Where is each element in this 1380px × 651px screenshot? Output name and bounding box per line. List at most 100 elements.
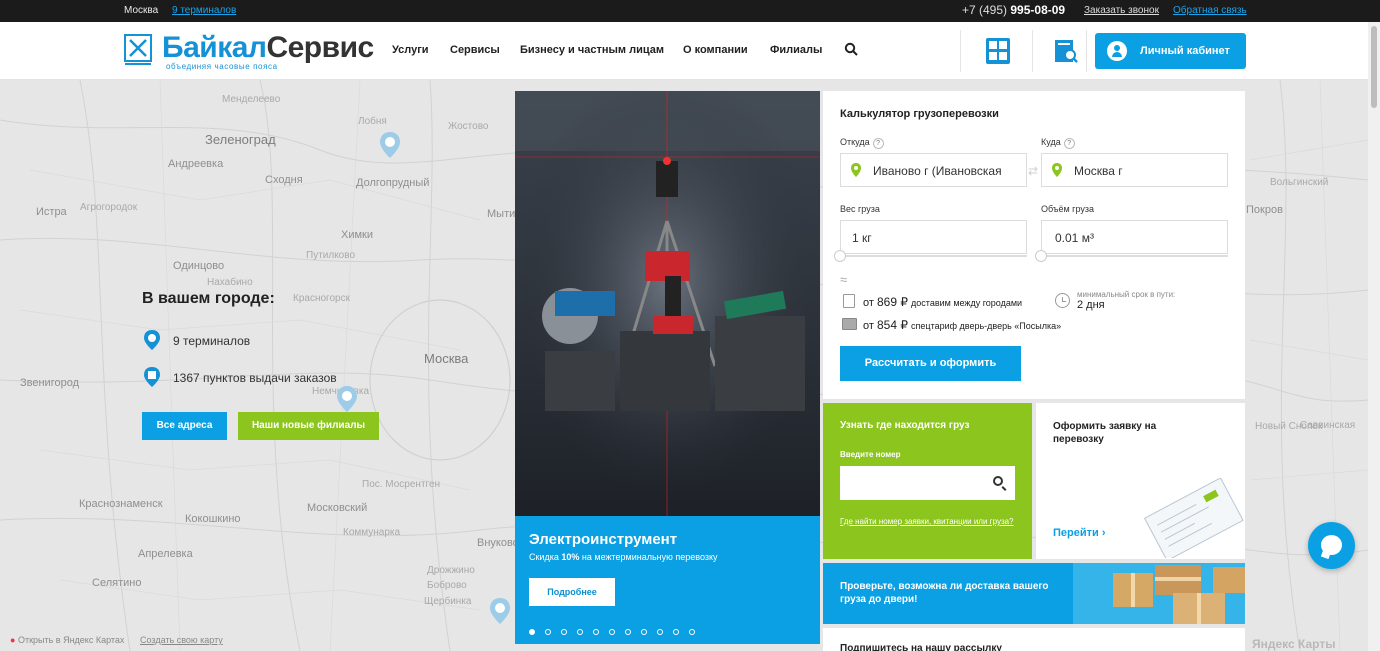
phone-number[interactable]: +7 (495) 995-08-09 <box>962 3 1065 17</box>
to-city-input[interactable]: Москва г <box>1041 153 1228 187</box>
user-icon <box>1107 41 1127 61</box>
terminal-map-marker-icon[interactable] <box>490 598 510 624</box>
map-label: Долгопрудный <box>356 177 430 189</box>
slider-dot[interactable] <box>577 629 583 635</box>
map-label: Истра <box>36 206 67 218</box>
open-in-yandex-link[interactable]: ● Открыть в Яндекс Картах <box>10 635 124 645</box>
map-label: Боброво <box>427 580 467 591</box>
order-request[interactable]: Оформить заявку на перевозку Перейти › <box>1036 403 1245 559</box>
to-city-value: Москва г <box>1074 164 1123 178</box>
map-label: Московский <box>307 502 368 514</box>
map-label: Зеленоград <box>205 132 276 147</box>
nav-about[interactable]: О компании <box>683 44 748 56</box>
terminal-map-marker-icon[interactable] <box>380 132 400 158</box>
banner-title: Электроинструмент <box>529 531 678 548</box>
nav-tools[interactable]: Сервисы <box>450 44 500 56</box>
logo[interactable]: БайкалСервис объединяя часовые пояса <box>124 32 376 72</box>
volume-slider-track[interactable] <box>1041 255 1228 257</box>
map-label: Одинцово <box>173 260 225 272</box>
volume-input[interactable]: 0.01 м³ <box>1041 220 1228 254</box>
volume-value: 0.01 м³ <box>1055 231 1094 245</box>
from-label: Откуда? <box>840 137 884 149</box>
map-label: Жостово <box>448 121 489 132</box>
slider-dot[interactable] <box>657 629 663 635</box>
to-label: Куда? <box>1041 137 1075 149</box>
order-form-illustration <box>1143 478 1244 558</box>
map-label: Звенигород <box>20 377 80 389</box>
weight-slider-track[interactable] <box>840 255 1027 257</box>
map-label: Пос. Мосрентген <box>362 479 441 490</box>
check-door-delivery[interactable]: Проверьте, возможна ли доставка вашего г… <box>823 563 1245 624</box>
calculate-button[interactable]: Рассчитать и оформить <box>840 346 1021 381</box>
map-label: Химки <box>341 229 374 241</box>
map-pin-icon: ● <box>10 635 16 645</box>
map-label: Саввинская <box>1300 420 1356 431</box>
slider-pagination <box>529 622 705 635</box>
tracking-number-input[interactable] <box>840 466 1015 500</box>
tracking-search-icon[interactable] <box>1053 37 1079 65</box>
account-button-label: Личный кабинет <box>1140 45 1230 57</box>
map-label: Дрожжино <box>427 565 475 576</box>
location-pin-icon <box>851 163 861 177</box>
new-branches-button[interactable]: Наши новые филиалы <box>238 412 379 440</box>
slider-dot[interactable] <box>641 629 647 635</box>
cargo-tracking: Узнать где находится груз Введите номер … <box>823 403 1032 559</box>
page-scrollbar[interactable] <box>1368 22 1380 651</box>
check-delivery-text: Проверьте, возможна ли доставка вашего г… <box>840 581 1049 605</box>
tracking-help-link[interactable]: Где найти номер заявки, квитанции или гр… <box>840 516 1020 528</box>
account-button[interactable]: Личный кабинет <box>1095 33 1246 69</box>
terminal-map-marker-icon[interactable] <box>337 386 357 412</box>
map-label: Менделеево <box>222 94 281 105</box>
open-in-yandex-label: Открыть в Яндекс Картах <box>17 635 125 645</box>
terminals-count: 9 терминалов <box>173 334 251 348</box>
map-label: Красногорск <box>293 293 350 304</box>
slider-dot[interactable] <box>529 629 535 635</box>
weight-slider-handle[interactable] <box>834 250 846 262</box>
nav-services[interactable]: Услуги <box>392 44 429 56</box>
from-city-input[interactable]: Иваново г (Ивановская <box>840 153 1027 187</box>
weight-input[interactable]: 1 кг <box>840 220 1027 254</box>
min-term-label: минимальный срок в пути: <box>1077 290 1176 299</box>
map-label: Коммунарка <box>343 527 401 538</box>
terminals-link[interactable]: 9 терминалов <box>172 5 236 16</box>
freight-calculator: Калькулятор грузоперевозки Откуда? Куда?… <box>823 91 1245 399</box>
volume-slider-handle[interactable] <box>1035 250 1047 262</box>
city-selector[interactable]: Москва <box>124 5 158 16</box>
nav-business[interactable]: Бизнесу и частным лицам <box>520 44 664 56</box>
phone-prefix: +7 (495) <box>962 3 1008 17</box>
search-icon[interactable] <box>993 476 1003 486</box>
slider-dot[interactable] <box>609 629 615 635</box>
map-label: Апрелевка <box>138 548 193 560</box>
logo-name-first: Байкал <box>162 31 267 64</box>
map-label: Нахабино <box>207 277 253 288</box>
feedback-link[interactable]: Обратная связь <box>1173 5 1247 16</box>
all-addresses-button[interactable]: Все адреса <box>142 412 227 440</box>
slider-dot[interactable] <box>689 629 695 635</box>
order-go-link[interactable]: Перейти › <box>1053 527 1106 539</box>
slider-dot[interactable] <box>593 629 599 635</box>
promo-banner[interactable]: Электроинструмент Скидка 10% на межтерми… <box>515 91 820 644</box>
banner-more-button[interactable]: Подробнее <box>529 578 615 606</box>
map-label: Внуково <box>477 537 519 549</box>
pickup-point-pin-icon <box>144 367 160 387</box>
slider-dot[interactable] <box>561 629 567 635</box>
terminal-pin-icon <box>144 330 160 350</box>
help-icon[interactable]: ? <box>1063 138 1075 149</box>
calculator-icon[interactable] <box>985 37 1011 65</box>
slider-dot[interactable] <box>545 629 551 635</box>
slider-dot[interactable] <box>673 629 679 635</box>
search-icon[interactable] <box>844 42 858 56</box>
callback-link[interactable]: Заказать звонок <box>1084 5 1159 16</box>
scrollbar-thumb[interactable] <box>1371 26 1377 108</box>
tracking-input-label: Введите номер <box>840 450 901 459</box>
slider-dot[interactable] <box>625 629 631 635</box>
help-icon[interactable]: ? <box>872 138 884 149</box>
swap-cities-icon[interactable]: ⇄ <box>1028 164 1042 178</box>
nav-branches[interactable]: Филиалы <box>770 44 822 56</box>
order-go-label: Перейти <box>1053 527 1099 539</box>
create-map-link[interactable]: Создать свою карту <box>140 635 223 645</box>
map-label: Агрогородок <box>80 202 138 213</box>
chat-widget-button[interactable] <box>1308 522 1355 569</box>
price-parcel-desc: спецтариф дверь-дверь «Посылка» <box>911 321 1062 331</box>
price-parcel: от 854 ₽ спецтариф дверь-дверь «Посылка» <box>863 318 1061 332</box>
